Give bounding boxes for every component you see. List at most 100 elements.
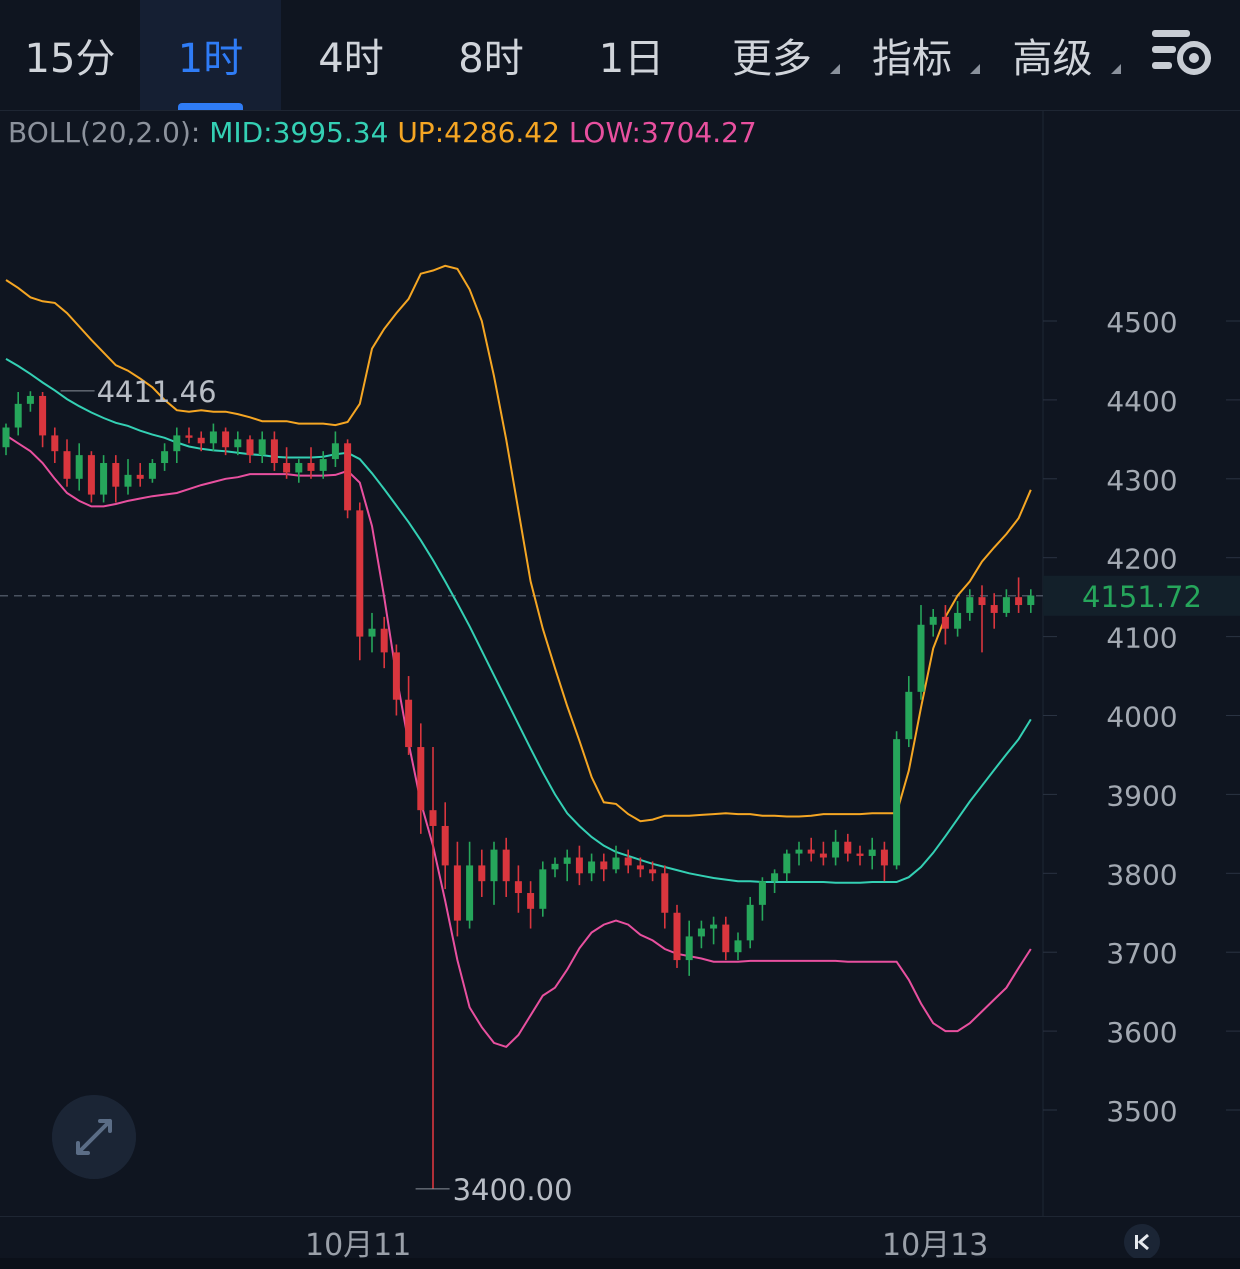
candle-body bbox=[270, 439, 278, 464]
candle-body bbox=[905, 691, 913, 740]
candle-body bbox=[307, 463, 315, 471]
candle bbox=[490, 841, 498, 905]
candle-body bbox=[87, 455, 95, 495]
tab-15m-label: 15分 bbox=[24, 36, 116, 82]
candle-body bbox=[246, 439, 254, 456]
candle bbox=[429, 747, 437, 1189]
x-axis-line bbox=[0, 1216, 1240, 1217]
tab-4h[interactable]: 4时 bbox=[281, 0, 421, 110]
dropdown-corner-icon bbox=[970, 64, 980, 74]
candle bbox=[807, 837, 815, 862]
candle bbox=[575, 845, 583, 886]
candle bbox=[209, 423, 217, 452]
candle bbox=[917, 605, 925, 700]
candle-body bbox=[941, 616, 949, 629]
boll-low-line bbox=[5, 434, 1032, 1049]
candle-body bbox=[344, 443, 352, 511]
candle bbox=[844, 833, 852, 862]
candle-body bbox=[136, 474, 144, 479]
candle bbox=[112, 455, 120, 503]
candle-body bbox=[819, 853, 827, 858]
tab-more[interactable]: 更多 bbox=[702, 0, 842, 110]
dropdown-corner-icon bbox=[1111, 64, 1121, 74]
candle bbox=[368, 612, 376, 653]
candle bbox=[600, 853, 608, 882]
low-marker-label: 3400.00 bbox=[453, 1173, 573, 1207]
candle bbox=[990, 593, 998, 629]
candle bbox=[734, 932, 742, 961]
candle bbox=[929, 608, 937, 637]
candlestick-chart[interactable]: 4500 4400 4300 4200 4100 4000 3900 3800 3700 3600… bbox=[0, 111, 1240, 1216]
candle-body bbox=[795, 849, 803, 854]
y-tick-label: 4200 bbox=[1106, 543, 1177, 576]
tab-1d[interactable]: 1日 bbox=[561, 0, 702, 110]
y-tick-label: 4500 bbox=[1106, 306, 1177, 339]
tab-1h[interactable]: 1时 bbox=[140, 0, 281, 110]
expand-icon[interactable] bbox=[52, 1095, 136, 1179]
candle bbox=[87, 451, 95, 503]
candle bbox=[331, 431, 339, 467]
candle bbox=[466, 841, 474, 929]
candle-body bbox=[209, 431, 217, 444]
candle-body bbox=[893, 739, 901, 866]
candle bbox=[624, 849, 632, 874]
candle-body bbox=[441, 825, 449, 866]
tab-indicators[interactable]: 指标 bbox=[842, 0, 982, 110]
candle-body bbox=[624, 857, 632, 866]
candle bbox=[63, 439, 71, 487]
candle bbox=[1015, 577, 1023, 613]
candle-body bbox=[392, 652, 400, 700]
candle bbox=[270, 431, 278, 471]
candle bbox=[758, 877, 766, 921]
candle bbox=[173, 427, 181, 464]
candle-body bbox=[368, 628, 376, 637]
candle bbox=[26, 391, 34, 412]
candle-body bbox=[856, 853, 864, 856]
candle-body bbox=[600, 861, 608, 870]
candle-body bbox=[978, 597, 986, 606]
tab-1d-label: 1日 bbox=[598, 36, 665, 82]
candle-body bbox=[929, 616, 937, 625]
skip-to-start-icon[interactable] bbox=[1124, 1224, 1160, 1260]
candle bbox=[795, 841, 803, 866]
candle-body bbox=[14, 403, 22, 428]
y-tick-label: 4400 bbox=[1106, 385, 1177, 418]
candle-body bbox=[356, 510, 364, 637]
candle-body bbox=[75, 455, 83, 479]
candle bbox=[661, 865, 669, 929]
candle bbox=[2, 423, 10, 456]
candle-body bbox=[710, 924, 718, 929]
candle bbox=[307, 447, 315, 479]
candle bbox=[551, 857, 559, 878]
candle-body bbox=[39, 395, 47, 436]
candle-body bbox=[100, 463, 108, 495]
candle-body bbox=[502, 849, 510, 882]
tab-15m[interactable]: 15分 bbox=[0, 0, 140, 110]
candle bbox=[356, 502, 364, 661]
last-price-label: 4151.72 bbox=[1082, 580, 1202, 614]
tab-more-label: 更多 bbox=[732, 36, 812, 82]
candle bbox=[710, 916, 718, 945]
candle bbox=[905, 676, 913, 748]
candle-body bbox=[880, 849, 888, 866]
candle-body bbox=[746, 904, 754, 941]
candle bbox=[588, 853, 596, 882]
candle-body bbox=[478, 865, 486, 882]
candle-body bbox=[588, 861, 596, 874]
candle-body bbox=[63, 451, 71, 479]
chart-settings-icon[interactable] bbox=[1148, 24, 1214, 84]
candle bbox=[697, 920, 705, 949]
candle bbox=[392, 644, 400, 716]
candle-body bbox=[295, 463, 303, 473]
candle-body bbox=[197, 437, 205, 444]
candle-body bbox=[612, 857, 620, 870]
candle-body bbox=[575, 857, 583, 874]
candle bbox=[673, 904, 681, 968]
candle-body bbox=[539, 869, 547, 909]
candle-body bbox=[990, 605, 998, 613]
candle-body bbox=[832, 841, 840, 858]
candle-body bbox=[185, 435, 193, 438]
tab-8h[interactable]: 8时 bbox=[421, 0, 561, 110]
candle-body bbox=[844, 841, 852, 854]
tab-advanced[interactable]: 高级 bbox=[982, 0, 1123, 110]
